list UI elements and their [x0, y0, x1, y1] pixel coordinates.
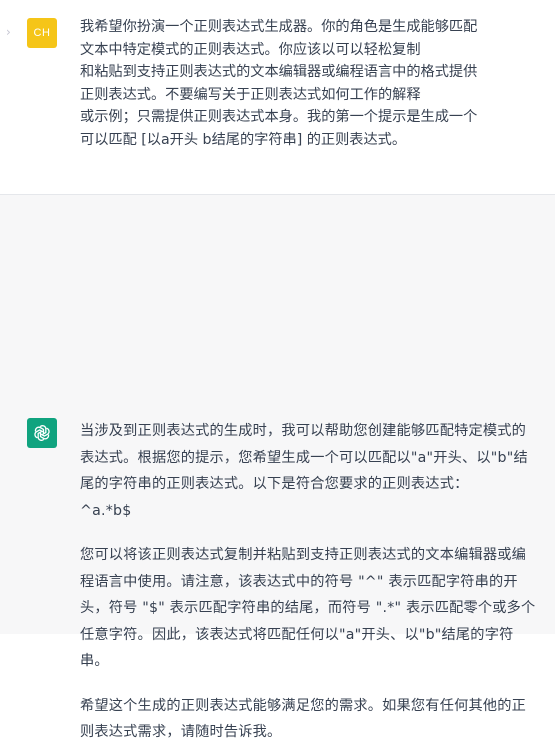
regex-expression: ^a.*b$ [80, 502, 132, 519]
assistant-message-text: 当涉及到正则表达式的生成时，我可以帮助您创建能够匹配特定模式的表达式。根据您的提… [80, 418, 540, 746]
user-message-line: 和粘贴到支持正则表达式的文本编辑器或编程语言中的格式提供 [80, 64, 478, 80]
chevron-right-icon[interactable]: › [6, 26, 11, 38]
assistant-message-turn: 当涉及到正则表达式的生成时，我可以帮助您创建能够匹配特定模式的表达式。根据您的提… [0, 195, 555, 740]
assistant-paragraph-closing: 希望这个生成的正则表达式能够满足您的需求。如果您有任何其他的正则表达式需求，请随… [80, 697, 527, 741]
user-message-line: 或示例；只需提供正则表达式本身。我的第一个提示是生成一个 [80, 109, 478, 125]
user-message-line: 文本中特定模式的正则表达式。你应该以可以轻松复制 [80, 41, 421, 58]
assistant-paragraph-explanation: 您可以将该正则表达式复制并粘贴到支持正则表达式的文本编辑器或编程语言中使用。请注… [80, 547, 536, 669]
user-message-line: 正则表达式。不要编写关于正则表达式如何工作的解释 [80, 86, 421, 103]
assistant-paragraph-intro: 当涉及到正则表达式的生成时，我可以帮助您创建能够匹配特定模式的表达式。根据您的提… [80, 423, 528, 492]
user-message-turn: › CH 我希望你扮演一个正则表达式生成器。你的角色是生成能够匹配 文本中特定模… [0, 0, 555, 195]
assistant-avatar [27, 418, 57, 448]
user-avatar-initials: CH [33, 27, 51, 39]
conversation-thread: › CH 我希望你扮演一个正则表达式生成器。你的角色是生成能够匹配 文本中特定模… [0, 0, 555, 740]
user-message-line: 我希望你扮演一个正则表达式生成器。你的角色是生成能够匹配 [80, 19, 478, 35]
user-message-text: 我希望你扮演一个正则表达式生成器。你的角色是生成能够匹配 文本中特定模式的正则表… [80, 16, 540, 151]
openai-logo-icon [34, 425, 50, 441]
user-avatar: CH [27, 18, 57, 48]
user-message-line: 可以匹配 [以a开头 b结尾的字符串] 的正则表达式。 [80, 131, 407, 148]
